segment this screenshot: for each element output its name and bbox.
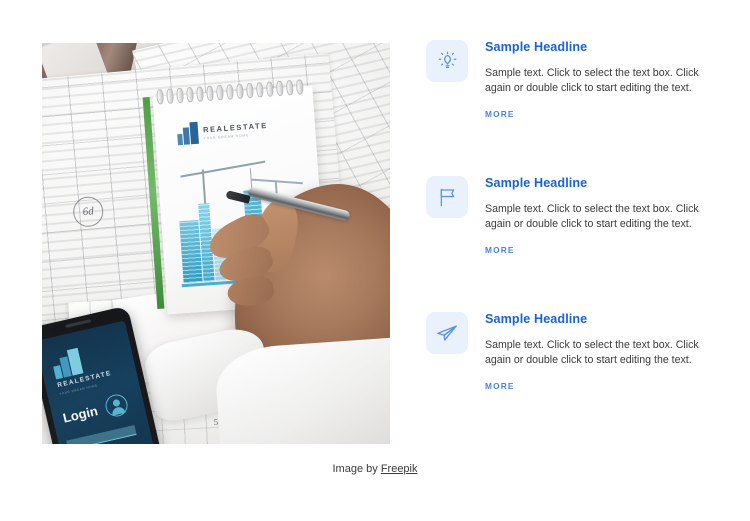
hero-image: 437 6d PM Ch. 71 - Frac. I 527.76 [42,43,390,444]
feature-more-link[interactable]: MORE [485,109,515,119]
notepad-logo: REALESTATE YOUR DREAM HOME [176,117,269,146]
paper-plane-icon [437,325,457,341]
feature-more-link[interactable]: MORE [485,381,515,391]
feature-more-link[interactable]: MORE [485,245,515,255]
flag-icon [440,188,454,206]
feature-item: Sample Headline Sample text. Click to se… [426,38,726,174]
notepad-logo-text: REALESTATE YOUR DREAM HOME [203,120,269,139]
lightbulb-icon-tile[interactable] [426,40,468,82]
feature-text: Sample text. Click to select the text bo… [485,67,699,95]
image-credit: Image by Freepik [0,463,750,475]
image-credit-prefix: Image by [332,463,381,475]
feature-title: Sample Headline [485,40,588,54]
feature-item: Sample Headline Sample text. Click to se… [426,310,726,446]
freepik-link[interactable]: Freepik [381,463,418,475]
app-logo: REALESTATE YOUR DREAM HOME [50,342,114,396]
phone-speaker [65,319,92,328]
user-avatar-icon [103,392,130,419]
feature-title: Sample Headline [485,176,588,190]
building-icon [50,347,84,380]
building-icon [176,121,199,146]
paper-plane-icon-tile[interactable] [426,312,468,354]
feature-body: Sample Headline Sample text. Click to se… [485,174,700,258]
hero-image-canvas: 437 6d PM Ch. 71 - Frac. I 527.76 [42,43,390,444]
feature-text: Sample text. Click to select the text bo… [485,203,699,231]
feature-title: Sample Headline [485,312,588,326]
crane-jib-icon [180,160,266,178]
feature-item: Sample Headline Sample text. Click to se… [426,174,726,310]
page-root: 437 6d PM Ch. 71 - Frac. I 527.76 [0,0,750,521]
feature-text: Sample text. Click to select the text bo… [485,339,699,367]
lightbulb-icon [438,51,456,68]
app-login-label: Login [61,403,100,426]
app-username-field [66,424,137,444]
feature-list: Sample Headline Sample text. Click to se… [426,38,726,446]
feature-body: Sample Headline Sample text. Click to se… [485,38,700,122]
flag-icon-tile[interactable] [426,176,468,218]
feature-body: Sample Headline Sample text. Click to se… [485,310,700,394]
